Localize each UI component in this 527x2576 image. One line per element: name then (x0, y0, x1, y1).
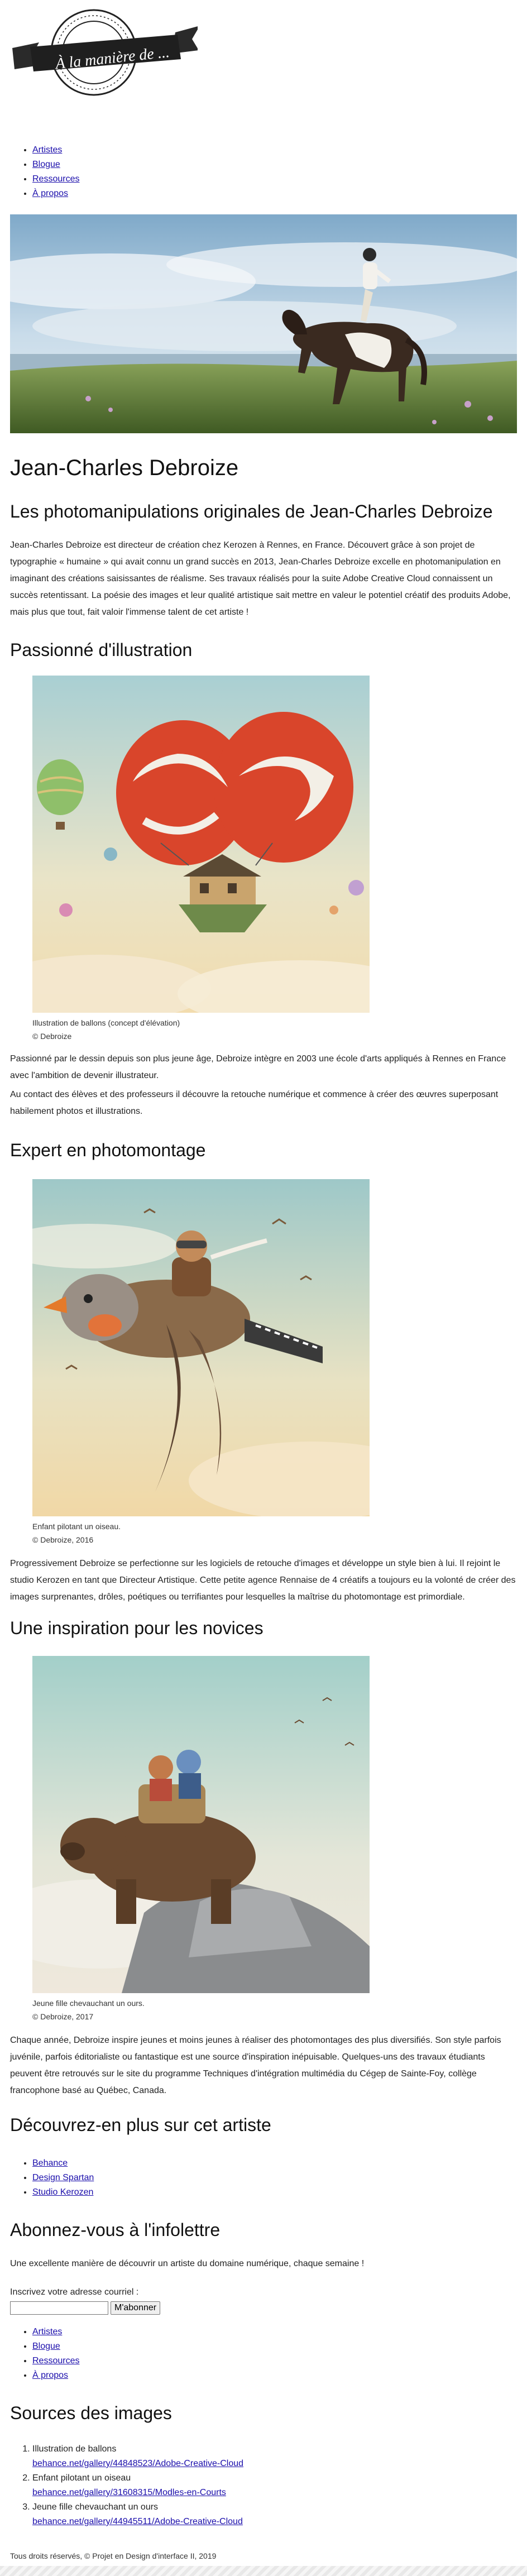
inspiration-paragraph: Chaque année, Debroize inspire jeunes et… (10, 2036, 501, 2095)
page-subtitle: Les photomanipulations originales de Jea… (10, 501, 493, 521)
nav-item-apropos[interactable]: À propos (32, 186, 79, 201)
passion-paragraph-1: Passionné par le dessin depuis son plus … (10, 1054, 506, 1080)
bird-image (0, 1179, 434, 1520)
footer-nav: Artistes Blogue Ressources À propos (10, 2325, 79, 2383)
balloons-image (0, 676, 423, 1027)
source-item: Jeune fille chevauchant un ours behance.… (32, 2500, 243, 2529)
bear-caption-credit: © Debroize, 2017 (32, 2012, 94, 2021)
page-title: Jean-Charles Debroize (10, 456, 239, 480)
source-title: Enfant pilotant un oiseau (32, 2473, 131, 2483)
footer-nav-item-artistes[interactable]: Artistes (32, 2325, 79, 2339)
main-nav: Artistes Blogue Ressources À propos (10, 143, 79, 201)
balloons-caption-title: Illustration de ballons (concept d'éléva… (32, 1018, 180, 1027)
link-design-spartan[interactable]: Design Spartan (32, 2171, 94, 2185)
footer-nav-item-blogue[interactable]: Blogue (32, 2339, 79, 2354)
bear-caption: Jeune fille chevauchant un ours. © Debro… (32, 1996, 145, 2023)
link-behance[interactable]: Behance (32, 2156, 94, 2171)
footer-nav-item-apropos[interactable]: À propos (32, 2368, 79, 2383)
bird-caption: Enfant pilotant un oiseau. © Debroize, 2… (32, 1520, 121, 1546)
footer-nav-item-ressources[interactable]: Ressources (32, 2354, 79, 2368)
site-logo[interactable]: À la manière de ... (10, 3, 200, 98)
intro-paragraph: Jean-Charles Debroize est directeur de c… (10, 540, 511, 617)
sources-list: Illustration de ballons behance.net/gall… (10, 2442, 243, 2529)
newsletter-form: M'abonner (10, 2301, 161, 2316)
bird-caption-title: Enfant pilotant un oiseau. (32, 1522, 121, 1531)
passion-paragraph-2: Au contact des élèves et des professeurs… (10, 1090, 499, 1116)
source-title: Illustration de ballons (32, 2444, 117, 2454)
sources-heading: Sources des images (10, 2403, 172, 2423)
section-heading-expert: Expert en photomontage (10, 1140, 206, 1160)
email-field[interactable] (10, 2301, 108, 2315)
balloons-caption: Illustration de ballons (concept d'éléva… (32, 1016, 180, 1043)
footer-copyright: Tous droits réservés, © Projet en Design… (10, 2551, 217, 2560)
artist-links: Behance Design Spartan Studio Kerozen (10, 2156, 94, 2200)
section-heading-passion: Passionné d'illustration (10, 640, 193, 660)
email-label: Inscrivez votre adresse courriel : (10, 2287, 139, 2297)
subscribe-button[interactable]: M'abonner (111, 2301, 161, 2315)
bird-caption-credit: © Debroize, 2016 (32, 1535, 94, 1544)
source-title: Jeune fille chevauchant un ours (32, 2502, 159, 2512)
bear-caption-title: Jeune fille chevauchant un ours. (32, 1999, 145, 2008)
bear-image (0, 1656, 370, 1993)
source-item: Enfant pilotant un oiseau behance.net/ga… (32, 2471, 243, 2500)
source-link[interactable]: behance.net/gallery/31608315/Modles-en-C… (32, 2488, 226, 2497)
logo-emblem: À la manière de ... (12, 9, 200, 96)
source-link[interactable]: behance.net/gallery/44848523/Adobe-Creat… (32, 2459, 243, 2468)
newsletter-heading: Abonnez-vous à l'infolettre (10, 2220, 221, 2240)
hero-image (0, 214, 524, 433)
section-heading-inspiration: Une inspiration pour les novices (10, 1618, 264, 1638)
nav-item-ressources[interactable]: Ressources (32, 172, 79, 186)
newsletter-text: Une excellente manière de découvrir un a… (10, 2259, 365, 2268)
source-item: Illustration de ballons behance.net/gall… (32, 2442, 243, 2471)
nav-item-blogue[interactable]: Blogue (32, 157, 79, 172)
expert-paragraph: Progressivement Debroize se perfectionne… (10, 1559, 516, 1602)
balloons-caption-credit: © Debroize (32, 1032, 72, 1041)
section-heading-discover: Découvrez-en plus sur cet artiste (10, 2115, 271, 2135)
link-studio-kerozen[interactable]: Studio Kerozen (32, 2185, 94, 2200)
nav-item-artistes[interactable]: Artistes (32, 143, 79, 157)
source-link[interactable]: behance.net/gallery/44945511/Adobe-Creat… (32, 2517, 243, 2526)
footer-pattern-band (0, 2566, 527, 2576)
